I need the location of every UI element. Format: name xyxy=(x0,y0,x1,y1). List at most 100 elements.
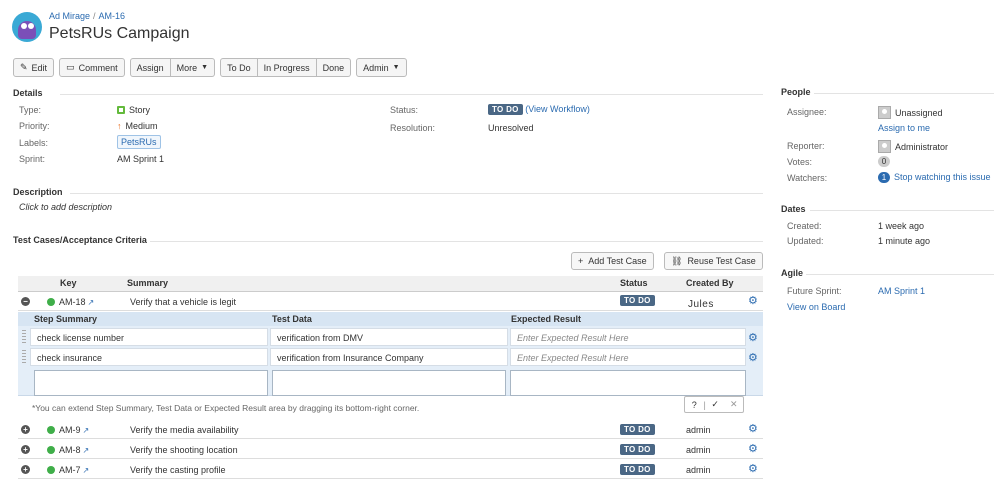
view-on-board-link[interactable]: View on Board xyxy=(787,302,845,312)
gear-icon[interactable]: ⚙ xyxy=(748,442,758,455)
status-value: TO DO (View Workflow) xyxy=(488,104,590,115)
expand-icon[interactable]: + xyxy=(21,465,30,474)
expand-icon[interactable]: + xyxy=(21,425,30,434)
watchers-value: 1 Stop watching this issue xyxy=(878,172,991,183)
row-status: TO DO xyxy=(620,444,655,455)
gear-icon[interactable]: ⚙ xyxy=(748,331,758,344)
done-button[interactable]: Done xyxy=(316,58,352,77)
view-workflow-link[interactable]: (View Workflow) xyxy=(525,104,590,114)
details-heading: Details xyxy=(13,88,43,98)
add-test-case-button[interactable]: + Add Test Case xyxy=(571,252,654,270)
check-icon[interactable]: ✓ xyxy=(706,399,725,410)
watchers-badge[interactable]: 1 xyxy=(878,172,890,183)
votes-label: Votes: xyxy=(787,157,813,167)
expected-result-cell[interactable]: Enter Expected Result Here xyxy=(510,328,746,346)
sprint-label: Sprint: xyxy=(19,154,46,164)
test-data-cell[interactable]: verification from DMV xyxy=(270,328,508,346)
gear-icon[interactable]: ⚙ xyxy=(748,294,758,307)
comment-button[interactable]: ▭ Comment xyxy=(59,58,125,77)
step-row: check license number verification from D… xyxy=(18,328,763,346)
comment-label: Comment xyxy=(78,62,118,73)
divider xyxy=(70,193,763,194)
gear-icon[interactable]: ⚙ xyxy=(748,422,758,435)
in-progress-button[interactable]: In Progress xyxy=(257,58,317,77)
row-key-text: AM-9 xyxy=(59,425,81,435)
votes-badge[interactable]: 0 xyxy=(878,156,890,167)
more-button[interactable]: More ▼ xyxy=(170,58,216,77)
test-case-icon xyxy=(47,446,55,454)
type-value: Story xyxy=(117,105,150,115)
collapse-icon[interactable]: − xyxy=(21,297,30,306)
stop-watching-link[interactable]: Stop watching this issue xyxy=(894,172,991,182)
gear-icon[interactable]: ⚙ xyxy=(748,351,758,364)
expected-result-cell[interactable]: Enter Expected Result Here xyxy=(510,348,746,366)
drag-handle-icon[interactable] xyxy=(22,330,26,344)
gear-icon[interactable]: ⚙ xyxy=(748,462,758,475)
votes-value[interactable]: 0 xyxy=(878,156,894,167)
table-row[interactable]: + AM-8 ↗ Verify the shooting location TO … xyxy=(18,441,763,459)
row-key[interactable]: AM-7 ↗ xyxy=(47,465,89,475)
external-link-icon[interactable]: ↗ xyxy=(83,426,90,435)
divider xyxy=(810,210,994,211)
column-test-data: Test Data xyxy=(272,314,312,324)
link-icon: ⛓ xyxy=(671,255,683,266)
todo-button[interactable]: To Do xyxy=(220,58,258,77)
edit-button[interactable]: ✎ Edit xyxy=(13,58,55,77)
labels-value[interactable]: PetsRUs xyxy=(117,135,161,149)
label-chip[interactable]: PetsRUs xyxy=(117,135,161,149)
close-icon[interactable]: ✕ xyxy=(724,399,743,410)
column-summary: Summary xyxy=(127,278,169,288)
table-row[interactable]: − AM-18 ↗ Verify that a vehicle is legit … xyxy=(18,293,763,311)
table-row[interactable]: + AM-9 ↗ Verify the media availability TO… xyxy=(18,421,763,439)
row-created-by: admin xyxy=(686,465,711,475)
breadcrumb-project[interactable]: Ad Mirage xyxy=(49,11,90,21)
row-key-text: AM-18 xyxy=(59,297,86,307)
resize-hint: *You can extend Step Summary, Test Data … xyxy=(32,403,420,413)
step-summary-cell[interactable]: check insurance xyxy=(30,348,268,366)
row-key-text: AM-8 xyxy=(59,445,81,455)
divider xyxy=(806,274,994,275)
assign-button[interactable]: Assign xyxy=(129,58,171,77)
external-link-icon[interactable]: ↗ xyxy=(88,298,95,307)
row-status: TO DO xyxy=(620,295,655,306)
reporter-text: Administrator xyxy=(895,142,949,152)
breadcrumb-issue-key[interactable]: AM-16 xyxy=(99,11,126,21)
step-row: check insurance verification from Insura… xyxy=(18,348,763,366)
project-avatar[interactable] xyxy=(12,12,42,42)
divider xyxy=(814,93,994,94)
add-test-case-label: Add Test Case xyxy=(588,256,647,266)
new-expected-result-input[interactable] xyxy=(510,370,746,396)
help-icon[interactable]: ? xyxy=(685,400,704,410)
new-step-summary-input[interactable] xyxy=(34,370,268,396)
row-key[interactable]: AM-18 ↗ xyxy=(47,297,94,307)
test-cases-heading: Test Cases/Acceptance Criteria xyxy=(13,235,147,245)
column-step-summary: Step Summary xyxy=(34,314,98,324)
agile-heading: Agile xyxy=(781,268,804,278)
edit-label: Edit xyxy=(31,62,48,73)
future-sprint-link[interactable]: AM Sprint 1 xyxy=(878,286,925,296)
description-placeholder[interactable]: Click to add description xyxy=(19,202,112,212)
test-data-cell[interactable]: verification from Insurance Company xyxy=(270,348,508,366)
admin-button[interactable]: Admin ▼ xyxy=(356,58,407,77)
table-row[interactable]: + AM-7 ↗ Verify the casting profile TO DO… xyxy=(18,461,763,479)
status-label: Status: xyxy=(390,105,419,115)
expand-icon[interactable]: + xyxy=(21,445,30,454)
plus-icon: + xyxy=(578,256,584,266)
reuse-test-case-label: Reuse Test Case xyxy=(687,256,756,266)
pencil-icon: ✎ xyxy=(20,62,28,72)
comment-icon: ▭ xyxy=(66,62,75,72)
reporter-label: Reporter: xyxy=(787,141,825,151)
new-test-data-input[interactable] xyxy=(272,370,506,396)
external-link-icon[interactable]: ↗ xyxy=(83,466,90,475)
step-summary-cell[interactable]: check license number xyxy=(30,328,268,346)
external-link-icon[interactable]: ↗ xyxy=(83,446,90,455)
reuse-test-case-button[interactable]: ⛓ Reuse Test Case xyxy=(664,252,763,270)
row-status: TO DO xyxy=(620,424,655,435)
column-expected-result: Expected Result xyxy=(511,314,582,324)
assign-to-me-link[interactable]: Assign to me xyxy=(878,123,930,133)
watchers-label: Watchers: xyxy=(787,173,828,183)
row-key[interactable]: AM-9 ↗ xyxy=(47,425,89,435)
row-key[interactable]: AM-8 ↗ xyxy=(47,445,89,455)
drag-handle-icon[interactable] xyxy=(22,350,26,364)
step-action-bar: ? | ✓ ✕ xyxy=(684,396,744,413)
